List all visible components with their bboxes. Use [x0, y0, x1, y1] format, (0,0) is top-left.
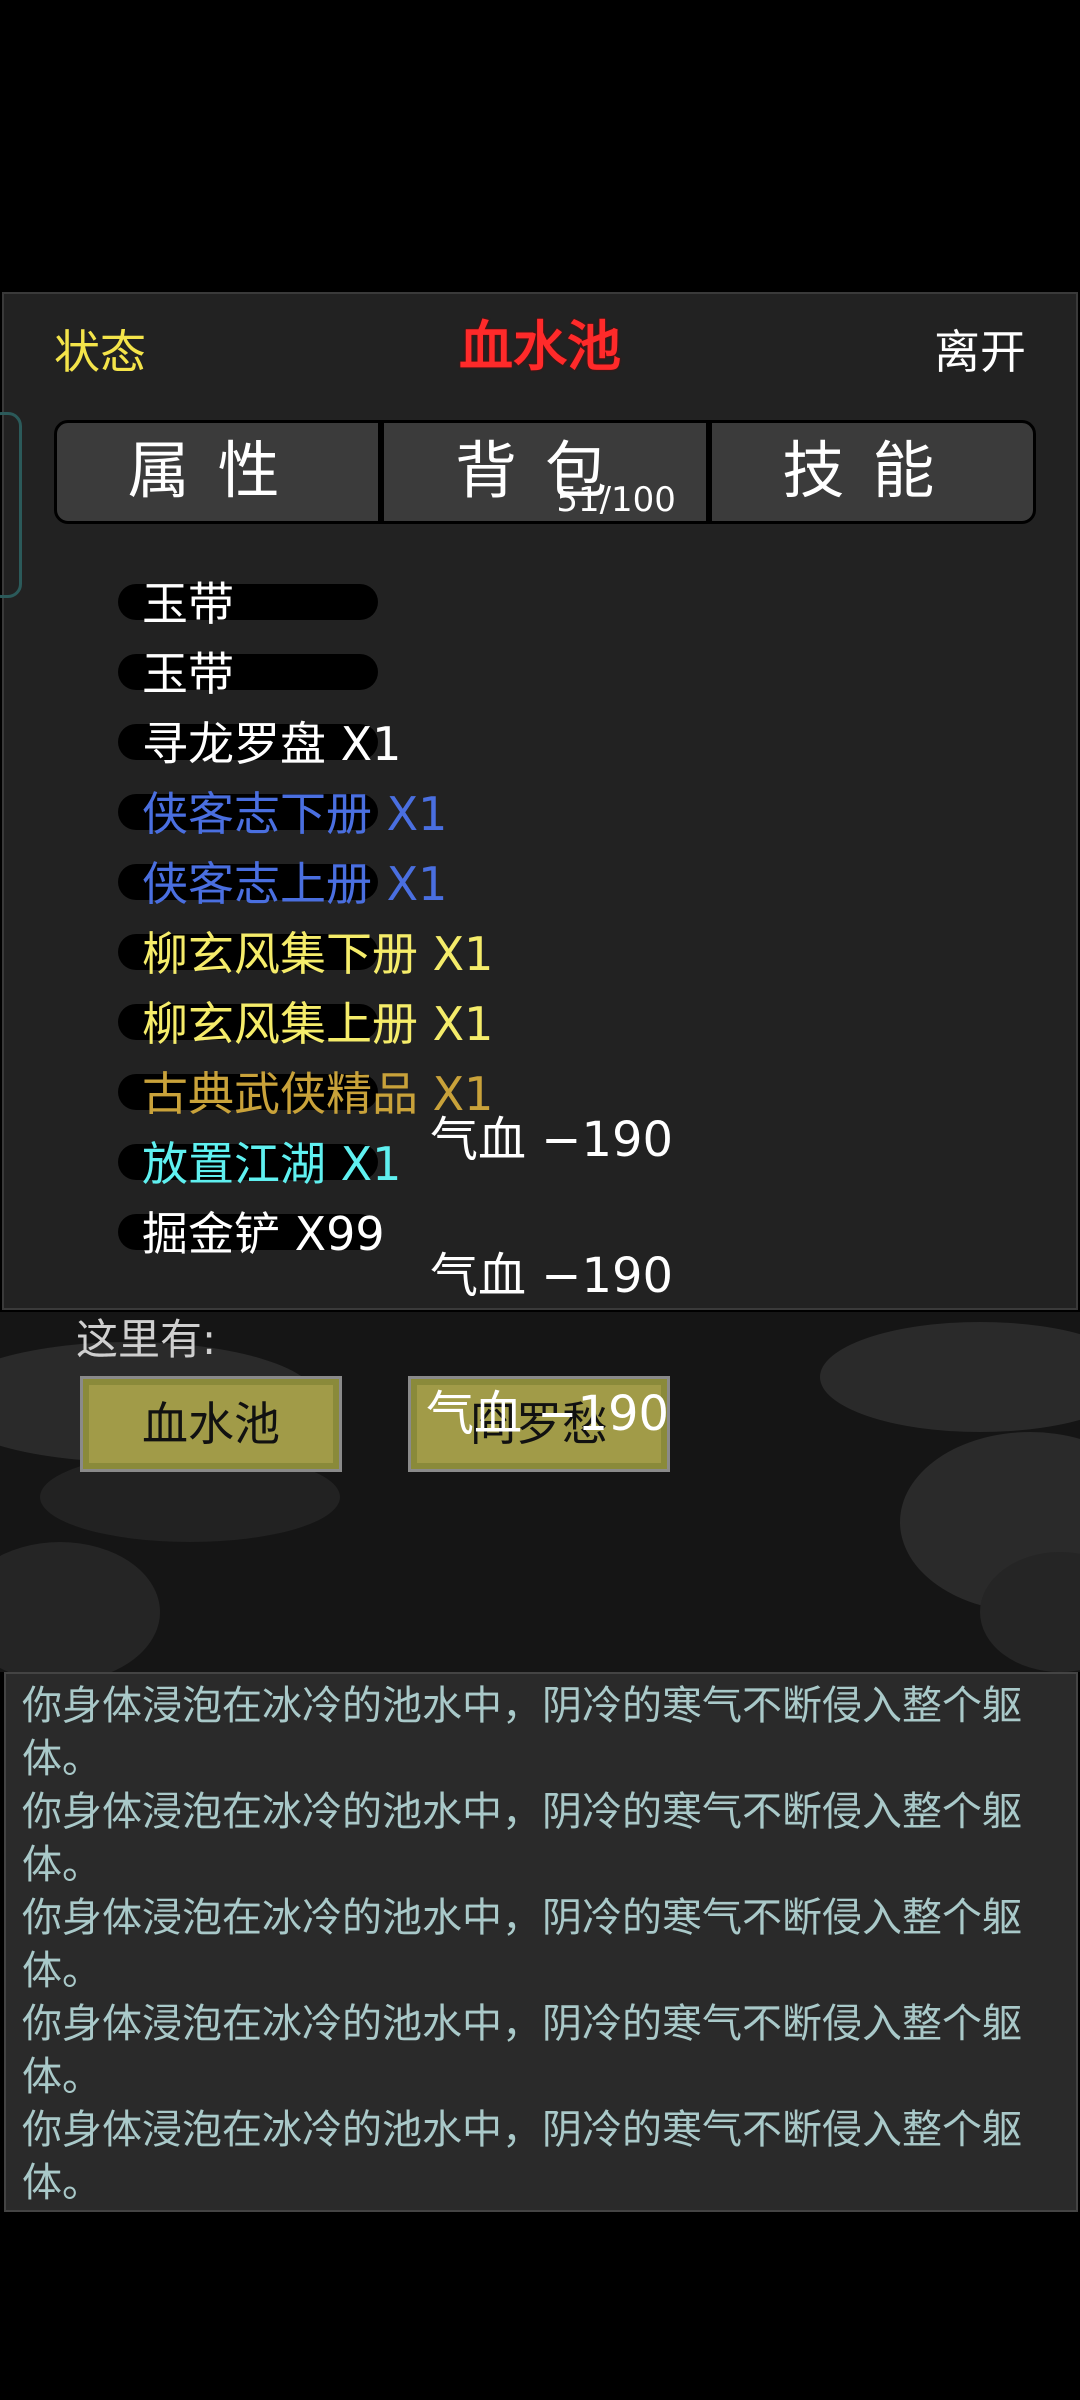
- damage-popup: 气血 −190: [430, 1112, 674, 1168]
- list-item[interactable]: 掘金铲 X99: [118, 1202, 385, 1266]
- log-line: 你身体浸泡在冰冷的池水中，阴冷的寒气不断侵入整个躯体。: [22, 2001, 1022, 2100]
- log-line: 你身体浸泡在冰冷的池水中，阴冷的寒气不断侵入整个躯体。: [22, 2107, 1022, 2206]
- leave-button[interactable]: 离开: [934, 316, 1026, 382]
- damage-popup: 气血 −190: [430, 1248, 674, 1304]
- list-item[interactable]: 侠客志上册 X1: [118, 852, 447, 916]
- tab-skills[interactable]: 技能: [705, 423, 1033, 521]
- list-item[interactable]: 柳玄风集上册 X1: [118, 992, 493, 1056]
- location-title: 血水池: [459, 314, 621, 378]
- list-item[interactable]: 玉带: [118, 642, 378, 706]
- list-item[interactable]: 寻龙罗盘 X1: [118, 712, 401, 776]
- damage-popup: 气血 −190: [426, 1386, 670, 1442]
- list-item[interactable]: 放置江湖 X1: [118, 1132, 401, 1196]
- list-item[interactable]: 侠客志下册 X1: [118, 782, 447, 846]
- message-log: 你身体浸泡在冰冷的池水中，阴冷的寒气不断侵入整个躯体。 你身体浸泡在冰冷的池水中…: [4, 1672, 1078, 2212]
- tab-inventory[interactable]: 背包 51/100: [378, 423, 705, 521]
- list-item[interactable]: 柳玄风集下册 X1: [118, 922, 493, 986]
- character-panel: 状态 血水池 离开 属性 背包 51/100 技能 玉带 玉带 寻龙罗盘 X1 …: [0, 292, 1078, 1310]
- tab-attributes-label: 属性: [127, 434, 308, 507]
- tab-attributes[interactable]: 属性: [57, 423, 378, 521]
- panel-header: 状态 血水池 离开: [4, 294, 1076, 404]
- log-line: 你身体浸泡在冰冷的池水中，阴冷的寒气不断侵入整个躯体。: [22, 1789, 1022, 1888]
- location-button[interactable]: 血水池: [80, 1376, 342, 1472]
- list-item[interactable]: 玉带: [118, 572, 378, 636]
- here-label: 这里有:: [76, 1315, 217, 1364]
- tab-bar: 属性 背包 51/100 技能: [54, 420, 1036, 524]
- tab-skills-label: 技能: [782, 434, 963, 507]
- log-line: 你身体浸泡在冰冷的池水中，阴冷的寒气不断侵入整个躯体。: [22, 1683, 1022, 1782]
- side-drawer-handle[interactable]: [0, 412, 22, 598]
- inventory-capacity: 51/100: [556, 480, 676, 520]
- log-line: 你身体浸泡在冰冷的池水中，阴冷的寒气不断侵入整个躯体。: [22, 1895, 1022, 1994]
